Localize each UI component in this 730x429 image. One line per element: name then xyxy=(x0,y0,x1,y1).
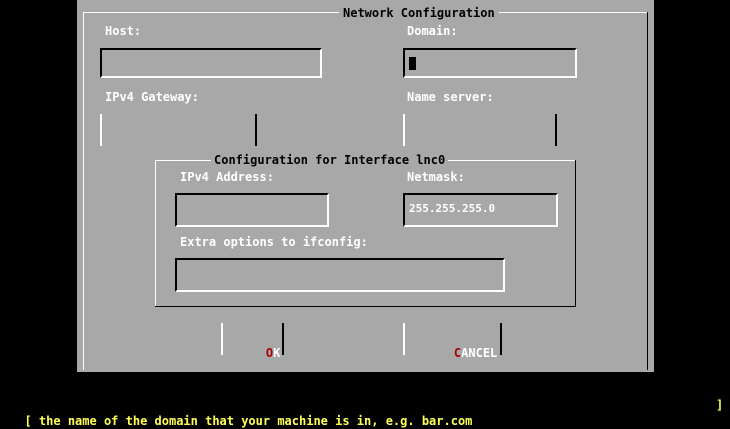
text-cursor xyxy=(409,57,416,70)
extra-options-label: Extra options to ifconfig: xyxy=(180,235,368,249)
ok-button[interactable]: OK xyxy=(237,332,280,374)
domain-field[interactable] xyxy=(403,48,577,78)
status-help-text: the name of the domain that your machine… xyxy=(38,414,473,428)
iface-frame-left xyxy=(155,160,156,306)
ipv4-address-label: IPv4 Address: xyxy=(180,170,274,184)
status-line: [ the name of the domain that your machi… xyxy=(10,397,724,428)
nameserver-label: Name server: xyxy=(407,90,494,104)
netmask-label: Netmask: xyxy=(407,170,465,184)
ok-label-rest: K xyxy=(273,346,281,360)
cancel-button-right-edge xyxy=(500,323,502,355)
host-field[interactable] xyxy=(100,48,322,78)
gateway-field-right-edge xyxy=(255,114,257,146)
nameserver-field[interactable] xyxy=(405,114,555,146)
cancel-button-left-edge xyxy=(403,323,405,355)
dialog-frame-left xyxy=(83,12,84,370)
status-right-bracket: ] xyxy=(716,398,724,412)
cancel-button[interactable]: CANCEL xyxy=(425,332,497,374)
nameserver-field-right-edge xyxy=(555,114,557,146)
ok-button-left-edge xyxy=(221,323,223,355)
gateway-field[interactable] xyxy=(102,114,255,146)
iface-frame-right xyxy=(575,160,576,306)
netmask-field[interactable]: 255.255.255.0 xyxy=(403,193,558,227)
gateway-label: IPv4 Gateway: xyxy=(105,90,199,104)
network-configuration-dialog: Network Configuration Host: Domain: IPv4… xyxy=(77,0,654,372)
dialog-frame-right xyxy=(647,12,648,370)
ipv4-address-field[interactable] xyxy=(175,193,329,227)
status-left-bracket: [ xyxy=(24,414,32,428)
cancel-label-rest: ANCEL xyxy=(461,346,498,360)
extra-options-field[interactable] xyxy=(175,258,505,292)
ok-button-right-edge xyxy=(282,323,284,355)
host-label: Host: xyxy=(105,24,142,38)
domain-label: Domain: xyxy=(407,24,458,38)
iface-title: Configuration for Interface lnc0 xyxy=(211,153,449,167)
dialog-title: Network Configuration xyxy=(339,6,499,20)
iface-frame-bottom xyxy=(155,306,576,307)
